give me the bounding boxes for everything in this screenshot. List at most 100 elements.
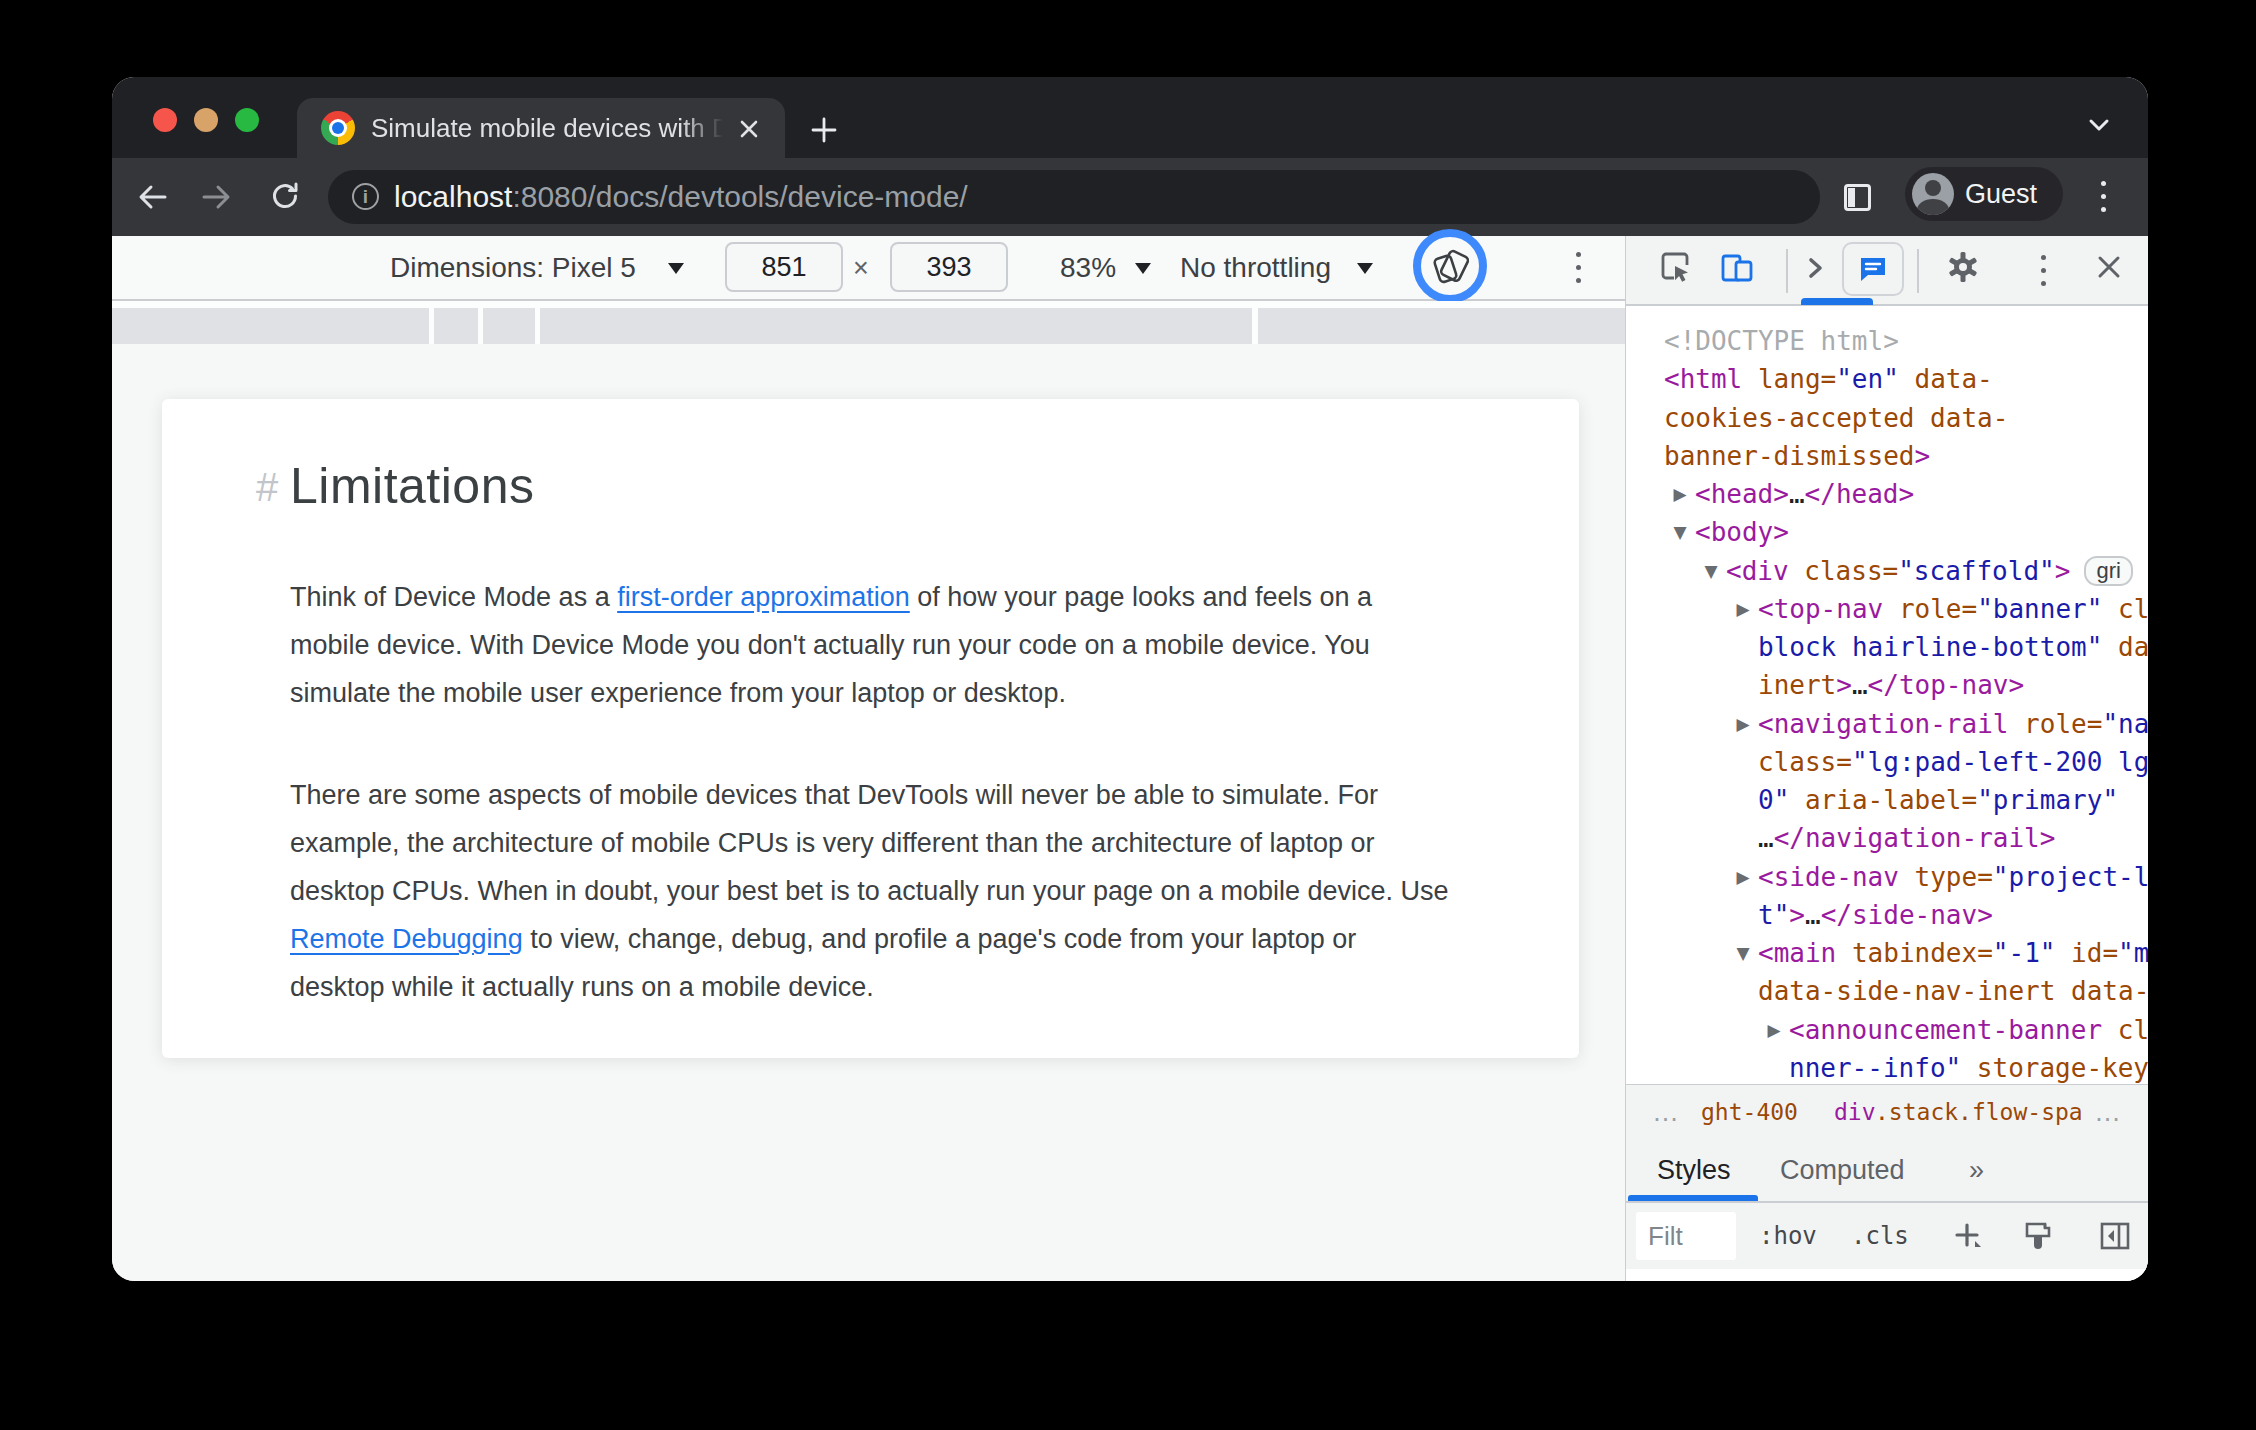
dom-tree-line[interactable]: data-side-nav-inert data-s xyxy=(1758,972,2148,1010)
expand-arrow-icon[interactable]: ▶ xyxy=(1732,590,1754,628)
devtools-panel: <!DOCTYPE html> <html lang="en" data-cook… xyxy=(1625,236,2148,1281)
reload-button[interactable] xyxy=(270,181,300,211)
traffic-light-close[interactable] xyxy=(153,108,177,132)
expand-arrow-icon[interactable]: ▶ xyxy=(1763,1011,1785,1049)
console-chat-icon xyxy=(1858,255,1888,283)
breadcrumb-item[interactable]: div xyxy=(1834,1085,1876,1140)
throttling-select[interactable]: No throttling xyxy=(1180,252,1331,284)
browser-tab[interactable]: Simulate mobile devices with D xyxy=(297,98,785,158)
dom-tree-line[interactable]: inert>…</top-nav> xyxy=(1758,666,2024,704)
text-segment: <div xyxy=(1726,556,1789,586)
devtools-menu-icon[interactable] xyxy=(2030,245,2056,297)
breadcrumb-item[interactable]: .stack.flow-spa xyxy=(1875,1085,2083,1140)
breadcrumb-item[interactable]: … xyxy=(2094,1085,2122,1140)
site-info-icon[interactable]: i xyxy=(352,183,379,210)
pseudo-class-toggle[interactable]: :hov xyxy=(1759,1203,1817,1269)
page-viewport: # Limitations Think of Device Mode as a … xyxy=(112,344,1625,1281)
collapse-arrow-icon[interactable]: ▼ xyxy=(1732,934,1754,972)
back-button[interactable] xyxy=(138,182,168,212)
dom-tree-line[interactable]: ▼<body> xyxy=(1695,513,1789,551)
dom-tree-line[interactable]: ▼<main tabindex="-1" id="main xyxy=(1758,934,2148,972)
settings-gear-icon[interactable] xyxy=(1945,249,1981,285)
device-height-input[interactable]: 393 xyxy=(890,242,1008,292)
new-style-rule-icon[interactable] xyxy=(1951,1219,1987,1255)
profile-button[interactable]: Guest xyxy=(1905,167,2063,221)
device-width-input[interactable]: 851 xyxy=(725,242,843,292)
heading-anchor-hash[interactable]: # xyxy=(256,467,278,507)
dom-tree-line[interactable]: cookies-accepted data- xyxy=(1664,399,2008,437)
url-field[interactable]: i localhost:8080/docs/devtools/device-mo… xyxy=(328,170,1820,224)
zoom-select[interactable]: 83% xyxy=(1060,252,1116,284)
breadcrumb-item[interactable]: ght-400 xyxy=(1701,1085,1798,1140)
dom-tree-line[interactable]: class="lg:pad-left-200 lg:pad xyxy=(1758,743,2148,781)
dom-tree-line[interactable]: ▶<side-nav type="project-lis xyxy=(1758,858,2148,896)
expand-arrow-icon[interactable]: ▶ xyxy=(1732,705,1754,743)
text-segment: </side-nav> xyxy=(1821,900,1993,930)
text-segment: "primary" xyxy=(1977,785,2118,815)
new-tab-button[interactable] xyxy=(809,115,839,145)
dom-tree-line[interactable]: <!DOCTYPE html> xyxy=(1664,322,1899,360)
dom-tree-line[interactable]: banner-dismissed> xyxy=(1664,437,1930,475)
text-segment: > xyxy=(2055,556,2071,586)
collapse-arrow-icon[interactable]: ▼ xyxy=(1669,513,1691,551)
rendering-brush-icon[interactable] xyxy=(2021,1218,2057,1254)
text-segment: </head> xyxy=(1805,479,1915,509)
tab-computed[interactable]: Computed xyxy=(1780,1139,1905,1201)
url-host: localhost xyxy=(394,180,512,213)
inline-link[interactable]: Remote Debugging xyxy=(290,924,523,954)
more-tabs-icon[interactable]: » xyxy=(1969,1139,1984,1201)
dom-tree-line[interactable]: …</navigation-rail> xyxy=(1758,819,2055,857)
inline-link[interactable]: first-order approximation xyxy=(617,582,910,612)
paragraph-line: mobile device. With Device Mode you don'… xyxy=(290,621,1372,669)
class-toggle[interactable]: .cls xyxy=(1851,1203,1909,1269)
devtools-close-icon[interactable] xyxy=(2091,249,2127,285)
ruler-segment xyxy=(434,308,478,344)
grid-badge[interactable]: gri xyxy=(2084,556,2132,586)
dimensions-select[interactable]: Dimensions: Pixel 5 xyxy=(390,252,636,284)
toggle-device-toolbar-icon[interactable] xyxy=(1719,249,1755,285)
forward-button[interactable] xyxy=(201,182,231,212)
dom-tree-line[interactable]: ▼<div class="scaffold">gri xyxy=(1726,552,2133,590)
dom-tree-line[interactable]: <html lang="en" data- xyxy=(1664,360,1993,398)
dom-tree-line[interactable]: 0" aria-label="primary" xyxy=(1758,781,2118,819)
sidebar-toggle-icon[interactable] xyxy=(2099,1220,2131,1252)
inspect-element-icon[interactable] xyxy=(1657,249,1693,285)
dom-tree-line[interactable]: ▶<announcement-banner cl xyxy=(1789,1011,2148,1049)
expand-arrow-icon[interactable]: ▶ xyxy=(1732,858,1754,896)
styles-filter-input[interactable]: Filt xyxy=(1636,1212,1736,1260)
text-segment: data- xyxy=(1899,364,1993,394)
text-segment: <!DOCTYPE html> xyxy=(1664,326,1899,356)
device-toolbar-menu-icon[interactable] xyxy=(1565,242,1591,294)
dom-tree-line[interactable]: ▶<top-nav role="banner" class="display- xyxy=(1758,590,2148,628)
device-toolbar: Dimensions: Pixel 5 851 × 393 83% No thr… xyxy=(112,236,1625,301)
console-tab[interactable] xyxy=(1842,242,1904,296)
text-segment: type= xyxy=(1899,862,1993,892)
dom-tree-line[interactable]: t">…</side-nav> xyxy=(1758,896,1993,934)
tab-styles[interactable]: Styles xyxy=(1657,1139,1731,1201)
tab-close-icon[interactable] xyxy=(733,113,765,145)
traffic-light-zoom[interactable] xyxy=(235,108,259,132)
tab-search-chevron-icon[interactable] xyxy=(2086,113,2112,137)
text-segment: t" xyxy=(1758,900,1789,930)
browser-menu-icon[interactable] xyxy=(2090,171,2116,223)
text-segment: storage-key xyxy=(1961,1053,2148,1083)
traffic-light-minimize[interactable] xyxy=(194,108,218,132)
panel-tabs-chevron-icon[interactable] xyxy=(1806,254,1826,282)
dom-tree-line[interactable]: ▶<navigation-rail role="navigation" xyxy=(1758,705,2148,743)
text-segment: "main xyxy=(2118,938,2148,968)
text-segment: class= xyxy=(2102,594,2148,624)
expand-arrow-icon[interactable]: ▶ xyxy=(1669,475,1691,513)
dom-tree-line[interactable]: block hairline-bottom" data-m xyxy=(1758,628,2148,666)
dom-tree-line[interactable]: nner--info" storage-key xyxy=(1789,1049,2148,1084)
dom-tree-line[interactable]: ▶<head>…</head> xyxy=(1695,475,1914,513)
text-segment: … xyxy=(1789,479,1805,509)
text-segment: <announcement-banner xyxy=(1789,1015,2102,1045)
text-segment: <html xyxy=(1664,364,1742,394)
address-bar: i localhost:8080/docs/devtools/device-mo… xyxy=(112,158,2148,236)
styles-tab-underline xyxy=(1628,1195,1758,1201)
collapse-arrow-icon[interactable]: ▼ xyxy=(1700,552,1722,590)
dimensions-caret-icon xyxy=(668,263,684,274)
breadcrumb-item[interactable]: … xyxy=(1652,1085,1680,1140)
side-panel-icon[interactable] xyxy=(1844,184,1871,211)
ruler-segment xyxy=(483,308,535,344)
